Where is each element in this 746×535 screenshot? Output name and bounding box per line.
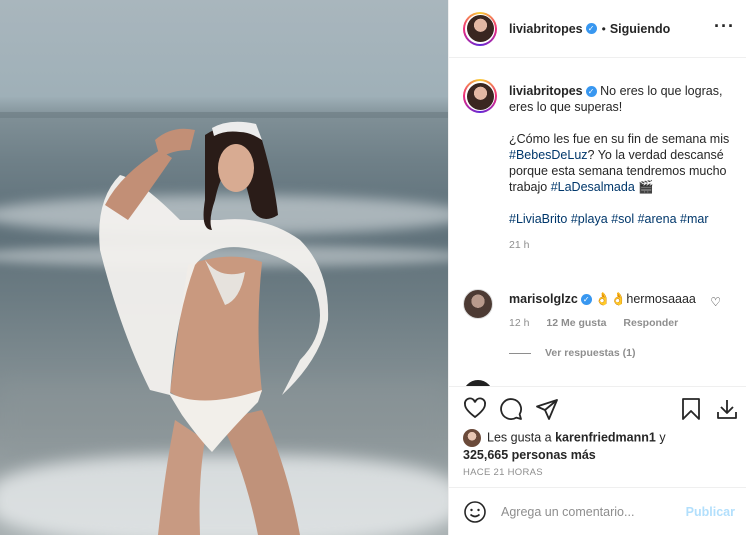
avatar[interactable]: [463, 429, 481, 447]
comment-likes[interactable]: 12 Me gusta: [546, 317, 606, 329]
hashtag-link[interactable]: #LiviaBrito: [509, 212, 567, 226]
liker-username[interactable]: karenfriedmann1: [555, 430, 656, 444]
likes-count[interactable]: 325,665 personas más: [463, 448, 596, 462]
heart-icon[interactable]: ♡: [710, 295, 721, 309]
hashtag-link[interactable]: #LaDesalmada: [551, 180, 635, 194]
download-icon[interactable]: [715, 397, 739, 421]
view-replies-button[interactable]: Ver respuestas (1): [509, 347, 635, 359]
add-comment-bar: Publicar: [449, 487, 746, 535]
post-timestamp[interactable]: HACE 21 HORAS: [463, 467, 543, 478]
comments-area[interactable]: liviabritopes ✓ No eres lo que logras, er…: [449, 59, 746, 386]
hashtag-link[interactable]: #playa: [571, 212, 608, 226]
post-photo[interactable]: [0, 0, 448, 535]
caption-text: ¿Cómo les fue en su fin de semana mis: [509, 132, 730, 146]
post-actions: Les gusta a karenfriedmann1 y 325,665 pe…: [449, 386, 746, 486]
hashtag-link[interactable]: #arena: [638, 212, 677, 226]
following-button[interactable]: Siguiendo: [610, 22, 670, 36]
verified-badge-icon: ✓: [580, 294, 592, 306]
separator-dot: •: [601, 21, 606, 36]
avatar[interactable]: [463, 79, 497, 113]
heart-icon[interactable]: [463, 397, 487, 421]
caption-username[interactable]: liviabritopes: [509, 84, 583, 98]
clapper-emoji: 🎬: [638, 180, 654, 194]
likes-prefix: Les gusta a: [487, 430, 556, 445]
comment-icon[interactable]: [499, 397, 523, 421]
comment-meta: 12 h 12 Me gusta Responder: [509, 317, 692, 329]
avatar[interactable]: [463, 289, 493, 319]
likes-summary: Les gusta a karenfriedmann1 y 325,665 pe…: [463, 429, 733, 463]
hashtag-link[interactable]: #sol: [611, 212, 634, 226]
divider: [509, 352, 531, 354]
post-side-panel: liviabritopes ✓ • Siguiendo ··· liviabri…: [448, 0, 746, 535]
caption-time[interactable]: 21 h: [509, 237, 739, 253]
comment-time[interactable]: 12 h: [509, 317, 529, 329]
verified-badge-icon: ✓: [585, 86, 597, 98]
emoji-icon[interactable]: [463, 500, 487, 524]
avatar[interactable]: [463, 11, 497, 46]
more-horizontal-icon[interactable]: ···: [714, 17, 735, 35]
view-replies-label: Ver respuestas (1): [545, 347, 636, 359]
woman-figure: [99, 121, 329, 535]
hashtag-link[interactable]: #mar: [680, 212, 708, 226]
likes-mid: y: [655, 430, 666, 445]
post-header: liviabritopes ✓ • Siguiendo ···: [449, 0, 746, 58]
verified-badge-icon: ✓: [585, 23, 597, 34]
hashtag-link[interactable]: #BebesDeLuz: [509, 148, 588, 162]
bookmark-icon[interactable]: [679, 397, 703, 421]
publish-button[interactable]: Publicar: [686, 505, 735, 519]
comment-username[interactable]: marisolglzc: [509, 292, 578, 306]
reply-button[interactable]: Responder: [623, 317, 678, 329]
comment-text: 👌👌hermosaaaa: [595, 292, 696, 306]
comment-input[interactable]: [501, 504, 681, 519]
username-link[interactable]: liviabritopes: [509, 22, 583, 36]
share-icon[interactable]: [535, 397, 559, 421]
